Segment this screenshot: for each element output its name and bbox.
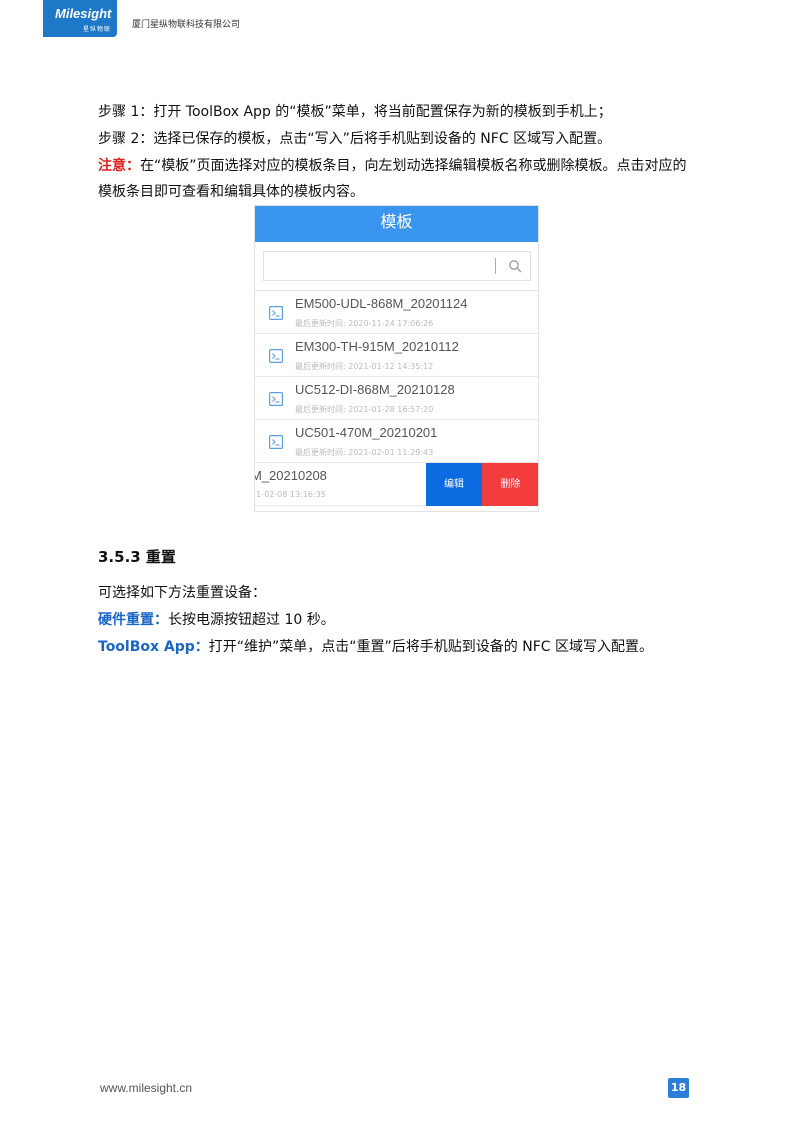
template-item[interactable]: UC501-470M_20210201 最后更新时间: 2021-02-01 1… bbox=[255, 420, 538, 463]
section-heading: 3.5.3 重置 bbox=[98, 548, 176, 566]
template-name: UC512-DI-868M_20210128 bbox=[295, 382, 455, 397]
footer-url[interactable]: www.milesight.cn bbox=[100, 1081, 192, 1095]
company-name: 厦门星纵物联科技有限公司 bbox=[132, 20, 241, 30]
logo-text: Milesight bbox=[55, 6, 112, 21]
template-icon bbox=[269, 306, 283, 320]
logo-subtext: 星纵物联 bbox=[83, 26, 112, 33]
template-icon bbox=[269, 435, 283, 449]
toolbox-reset-line: ToolBox App：打开“维护”菜单，点击“重置”后将手机贴到设备的 NFC… bbox=[98, 638, 653, 656]
edit-button[interactable]: 编辑 bbox=[426, 463, 482, 506]
search-icon[interactable] bbox=[508, 259, 522, 273]
delete-button[interactable]: 删除 bbox=[482, 463, 538, 506]
template-name: M_20210208 bbox=[254, 468, 327, 483]
template-item[interactable]: EM300-TH-915M_20210112 最后更新时间: 2021-01-1… bbox=[255, 334, 538, 377]
search-divider bbox=[495, 258, 496, 274]
hardware-reset-line: 硬件重置：长按电源按钮超过 10 秒。 bbox=[98, 611, 335, 629]
search-input[interactable] bbox=[263, 251, 531, 281]
template-name: UC501-470M_20210201 bbox=[295, 425, 438, 440]
template-time: 最后更新时间: 2020-11-24 17:06:26 bbox=[295, 319, 434, 328]
template-time: 最后更新时间: 2021-01-28 16:57:20 bbox=[295, 405, 434, 414]
note-label: 注意： bbox=[98, 158, 140, 174]
app-title-bar: 模板 bbox=[255, 206, 538, 242]
template-item-swiped[interactable]: M_20210208 21-02-08 13:16:35 编辑 删除 bbox=[255, 463, 538, 506]
note-paragraph: 注意：在“模板”页面选择对应的模板条目，向左划动选择编辑模板名称或删除模板。点击… bbox=[98, 157, 687, 175]
app-screenshot: 模板 EM500-UDL-868M_20201124 最后更新时间: 2020-… bbox=[254, 205, 539, 512]
hardware-reset-text: 长按电源按钮超过 10 秒。 bbox=[168, 612, 335, 628]
hardware-reset-label: 硬件重置： bbox=[98, 612, 168, 628]
note-text-2: 模板条目即可查看和编辑具体的模板内容。 bbox=[98, 184, 364, 200]
toolbox-reset-label: ToolBox App： bbox=[98, 639, 209, 655]
reset-intro: 可选择如下方法重置设备： bbox=[98, 585, 266, 601]
page-number: 18 bbox=[668, 1078, 689, 1098]
step-1-text: 步骤 1：打开 ToolBox App 的“模板”菜单，将当前配置保存为新的模板… bbox=[98, 104, 612, 120]
template-name: EM300-TH-915M_20210112 bbox=[295, 339, 459, 354]
step-2-text: 步骤 2：选择已保存的模板，点击“写入”后将手机贴到设备的 NFC 区域写入配置… bbox=[98, 131, 612, 147]
toolbox-reset-text: 打开“维护”菜单，点击“重置”后将手机贴到设备的 NFC 区域写入配置。 bbox=[208, 639, 654, 655]
template-icon bbox=[269, 392, 283, 406]
note-text-1: 在“模板”页面选择对应的模板条目，向左划动选择编辑模板名称或删除模板。点击对应的 bbox=[140, 158, 687, 174]
template-time: 最后更新时间: 2021-01-12 14:35:12 bbox=[295, 362, 434, 371]
template-icon bbox=[269, 349, 283, 363]
template-name: EM500-UDL-868M_20201124 bbox=[295, 296, 468, 311]
template-item[interactable]: UC512-DI-868M_20210128 最后更新时间: 2021-01-2… bbox=[255, 377, 538, 420]
template-time: 21-02-08 13:16:35 bbox=[254, 490, 326, 499]
template-item[interactable]: EM500-UDL-868M_20201124 最后更新时间: 2020-11-… bbox=[255, 291, 538, 334]
template-time: 最后更新时间: 2021-02-01 11:29:43 bbox=[295, 448, 434, 457]
company-logo: Milesight 星纵物联 bbox=[43, 0, 117, 37]
